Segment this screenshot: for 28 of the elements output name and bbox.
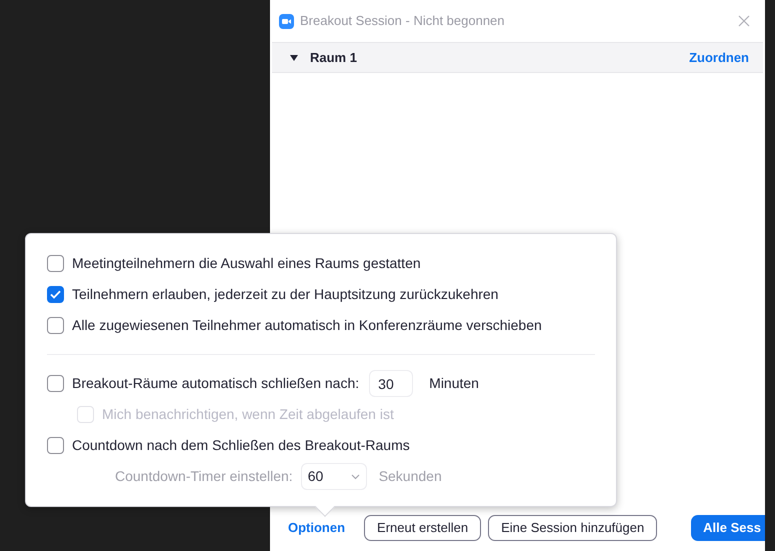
option-label: Alle zugewiesenen Teilnehmer automatisch in Konferenzräume verschieben	[72, 316, 542, 335]
option-label: Meetingteilnehmern die Auswahl eines Raums gestatten	[72, 254, 421, 273]
caret-icon[interactable]	[290, 54, 298, 60]
assign-link[interactable]: Zuordnen	[689, 48, 749, 68]
room-name: Raum 1	[310, 48, 358, 67]
option-label: Teilnehmern erlauben, jederzeit zu der Hauptsitzung zurückzukehren	[72, 285, 498, 304]
option-label: Mich benachrichtigen, wenn Zeit abgelaufen ist	[102, 405, 394, 424]
room-header[interactable]: Raum 1 Zuordnen	[272, 42, 763, 73]
minutes-field[interactable]: 30	[369, 370, 414, 397]
option-label: Countdown nach dem Schließen des Breakout-Raums	[72, 436, 410, 455]
checkbox[interactable]	[47, 437, 64, 454]
checkbox[interactable]	[47, 255, 64, 272]
close-icon[interactable]	[738, 15, 750, 27]
unit-label: Sekunden	[378, 467, 442, 486]
window-title: Breakout Session - Nicht begonnen	[300, 12, 506, 30]
unit-label: Minuten	[429, 374, 479, 393]
options-link[interactable]: Optionen	[282, 515, 352, 541]
option-label: Countdown-Timer einstellen:	[115, 467, 293, 486]
video-camera-icon	[279, 14, 294, 28]
footer-button[interactable]: Erneut erstellen	[364, 515, 482, 541]
checkbox[interactable]	[47, 286, 64, 303]
checkbox[interactable]	[47, 317, 64, 334]
footer-button[interactable]: Alle Sess	[691, 515, 765, 541]
footer-button[interactable]: Eine Session hinzufügen	[488, 515, 658, 541]
check-icon	[50, 290, 61, 299]
option-label: Breakout-Räume automatisch schließen nach:	[72, 374, 360, 393]
checkbox[interactable]	[47, 375, 64, 392]
chevron-down-icon	[350, 474, 360, 480]
